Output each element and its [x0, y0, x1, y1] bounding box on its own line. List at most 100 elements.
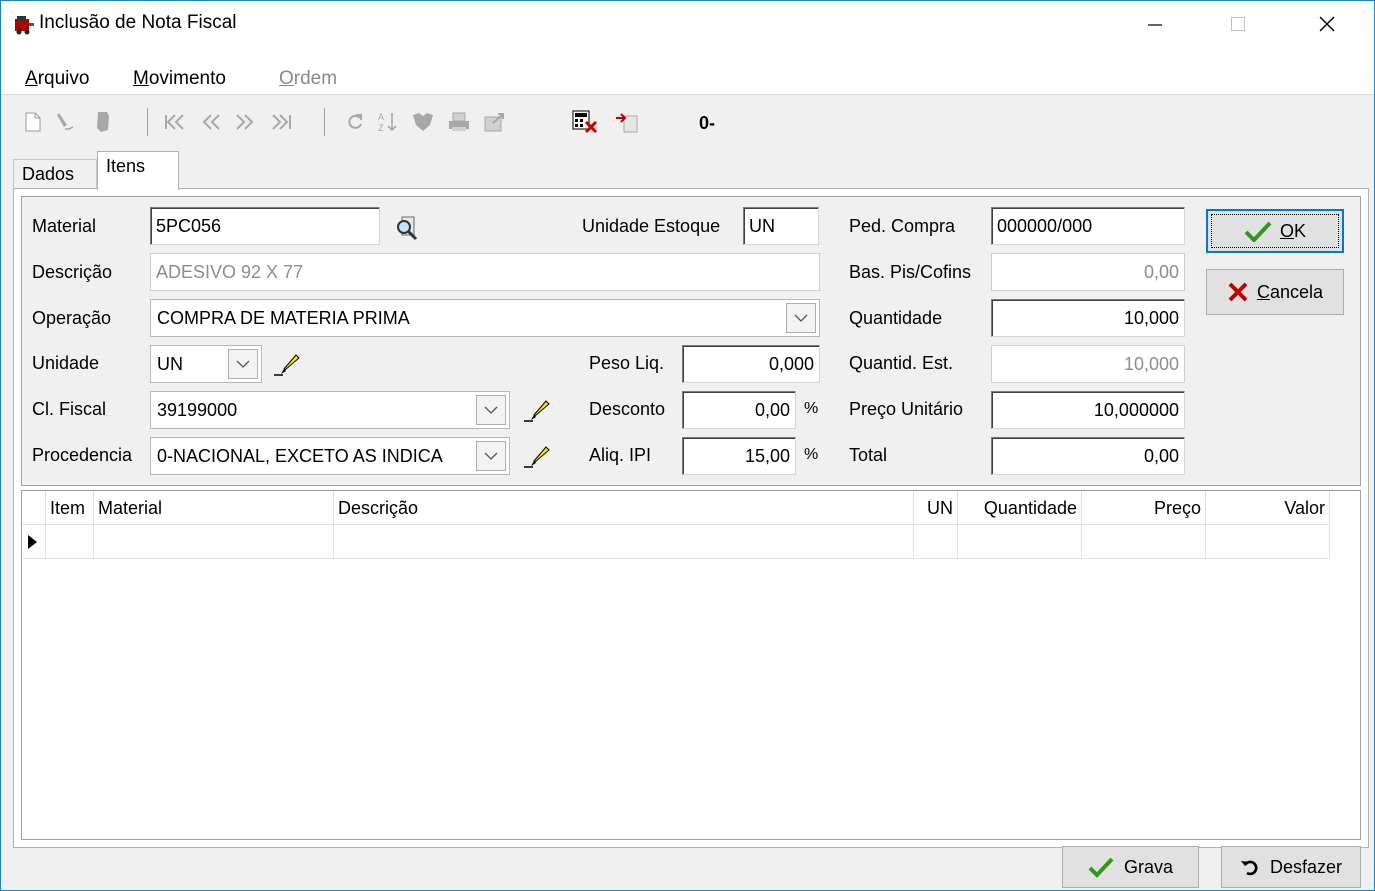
desfazer-label: Desfazer — [1269, 856, 1343, 877]
tab-dados[interactable]: Dados — [13, 159, 97, 189]
col-material[interactable]: Material — [94, 491, 334, 525]
item-form: Material 5PC056 Descrição ADESIVO 92 X 7… — [21, 196, 1361, 486]
col-preco[interactable]: Preço — [1082, 491, 1206, 525]
next-record-button[interactable] — [231, 108, 259, 136]
print-icon — [449, 112, 469, 131]
grid-indicator-header — [22, 491, 46, 525]
focus-rect — [1211, 214, 1339, 248]
menu-arquivo-accel: A — [25, 68, 38, 89]
procedencia-edit-button[interactable] — [522, 441, 552, 471]
quantidade-input[interactable]: 10,000 — [991, 299, 1185, 337]
cell-un[interactable] — [914, 525, 958, 559]
descricao-label: Descrição — [32, 262, 113, 282]
delete-button[interactable] — [89, 108, 117, 136]
menu-ordem[interactable]: Ordem — [279, 68, 337, 90]
col-valor[interactable]: Valor — [1206, 491, 1330, 525]
ped-compra-input[interactable]: 000000/000 — [991, 207, 1185, 245]
aliq-ipi-percent-sign: % — [804, 446, 819, 463]
edit-button[interactable] — [53, 108, 81, 136]
material-input[interactable]: 5PC056 — [150, 207, 380, 245]
cl-fiscal-label: Cl. Fiscal — [32, 399, 107, 419]
menu-movimento[interactable]: Movimento — [133, 68, 226, 90]
col-item[interactable]: Item — [46, 491, 94, 525]
record-counter: 0- — [699, 113, 716, 133]
maximize-icon — [1231, 17, 1245, 31]
unidade-select[interactable]: UN — [150, 345, 262, 383]
col-descricao[interactable]: Descrição — [334, 491, 914, 525]
cell-item[interactable] — [46, 525, 94, 559]
next-record-icon — [236, 114, 254, 130]
cancela-label: Cancela — [1257, 282, 1323, 303]
unidade-estoque-input[interactable]: UN — [743, 207, 819, 245]
highlighter-pen-icon — [274, 354, 300, 376]
toolbar: AZ 0- — [1, 96, 1374, 150]
total-input[interactable]: 0,00 — [991, 437, 1185, 475]
table-row[interactable] — [22, 525, 1330, 559]
cancela-button[interactable]: Cancela — [1206, 269, 1344, 315]
svg-text:Z: Z — [378, 123, 384, 133]
cancel-x-icon — [1228, 282, 1248, 302]
procedencia-select[interactable]: 0-NACIONAL, EXCETO AS INDICA — [150, 437, 510, 475]
calculator-button[interactable] — [571, 108, 599, 136]
tab-itens[interactable]: Itens — [97, 151, 179, 190]
menu-arquivo[interactable]: Arquivo — [25, 68, 89, 90]
aliq-ipi-input[interactable]: 15,00 — [682, 437, 796, 475]
print-button[interactable] — [445, 108, 473, 136]
desfazer-button[interactable]: Desfazer — [1221, 846, 1361, 888]
operacao-select[interactable]: COMPRA DE MATERIA PRIMA — [150, 299, 820, 337]
minimize-button[interactable] — [1125, 1, 1185, 47]
window-title: Inclusão de Nota Fiscal — [39, 12, 237, 33]
first-record-button[interactable] — [161, 108, 189, 136]
highlighter-pen-icon — [524, 446, 550, 468]
close-icon — [1319, 16, 1335, 32]
calculator-icon — [572, 110, 598, 134]
chevron-down-icon[interactable] — [476, 441, 506, 471]
ok-button[interactable]: OK — [1206, 209, 1344, 253]
toolbar-separator — [324, 108, 325, 136]
material-label: Material — [32, 216, 97, 236]
items-grid[interactable]: Item Material Descrição UN Quantidade Pr… — [21, 490, 1361, 840]
cell-quantidade[interactable] — [958, 525, 1082, 559]
chevron-down-icon[interactable] — [228, 349, 258, 379]
menu-arquivo-label: rquivo — [37, 68, 90, 89]
export-button[interactable] — [481, 108, 509, 136]
close-button[interactable] — [1297, 1, 1357, 47]
peso-liq-input[interactable]: 0,000 — [682, 345, 820, 383]
desconto-input[interactable]: 0,00 — [682, 391, 796, 429]
unidade-label: Unidade — [32, 353, 100, 373]
title-bar: Inclusão de Nota Fiscal — [1, 1, 1374, 47]
current-row-arrow-icon — [28, 535, 37, 549]
cl-fiscal-select[interactable]: 39199000 — [150, 391, 510, 429]
prev-record-button[interactable] — [197, 108, 225, 136]
unidade-edit-button[interactable] — [272, 349, 302, 379]
toolbar-separator — [147, 108, 148, 136]
sort-button[interactable]: AZ — [373, 108, 401, 136]
chevron-down-icon[interactable] — [786, 303, 816, 333]
grava-button[interactable]: Grava — [1062, 846, 1199, 888]
unidade-estoque-label: Unidade Estoque — [582, 216, 721, 236]
desconto-percent-sign: % — [804, 400, 819, 417]
import-button[interactable] — [613, 108, 641, 136]
prev-record-icon — [202, 114, 220, 130]
refresh-button[interactable] — [341, 108, 369, 136]
sort-icon: AZ — [378, 112, 397, 133]
highlighter-pen-icon — [524, 400, 550, 422]
filter-button[interactable] — [409, 108, 437, 136]
cell-preco[interactable] — [1082, 525, 1206, 559]
last-record-icon — [272, 114, 291, 130]
cell-descricao[interactable] — [334, 525, 914, 559]
cl-fiscal-edit-button[interactable] — [522, 395, 552, 425]
preco-unitario-input[interactable]: 10,000000 — [991, 391, 1185, 429]
tab-panel-itens: Material 5PC056 Descrição ADESIVO 92 X 7… — [13, 188, 1369, 848]
cell-valor[interactable] — [1206, 525, 1330, 559]
edit-icon — [57, 113, 74, 130]
material-search-button[interactable] — [394, 215, 422, 241]
col-quantidade[interactable]: Quantidade — [958, 491, 1082, 525]
chevron-down-icon[interactable] — [476, 395, 506, 425]
last-record-button[interactable] — [267, 108, 295, 136]
refresh-icon — [348, 114, 362, 129]
cell-material[interactable] — [94, 525, 334, 559]
maximize-button[interactable] — [1208, 1, 1268, 47]
new-button[interactable] — [19, 108, 47, 136]
col-un[interactable]: UN — [914, 491, 958, 525]
